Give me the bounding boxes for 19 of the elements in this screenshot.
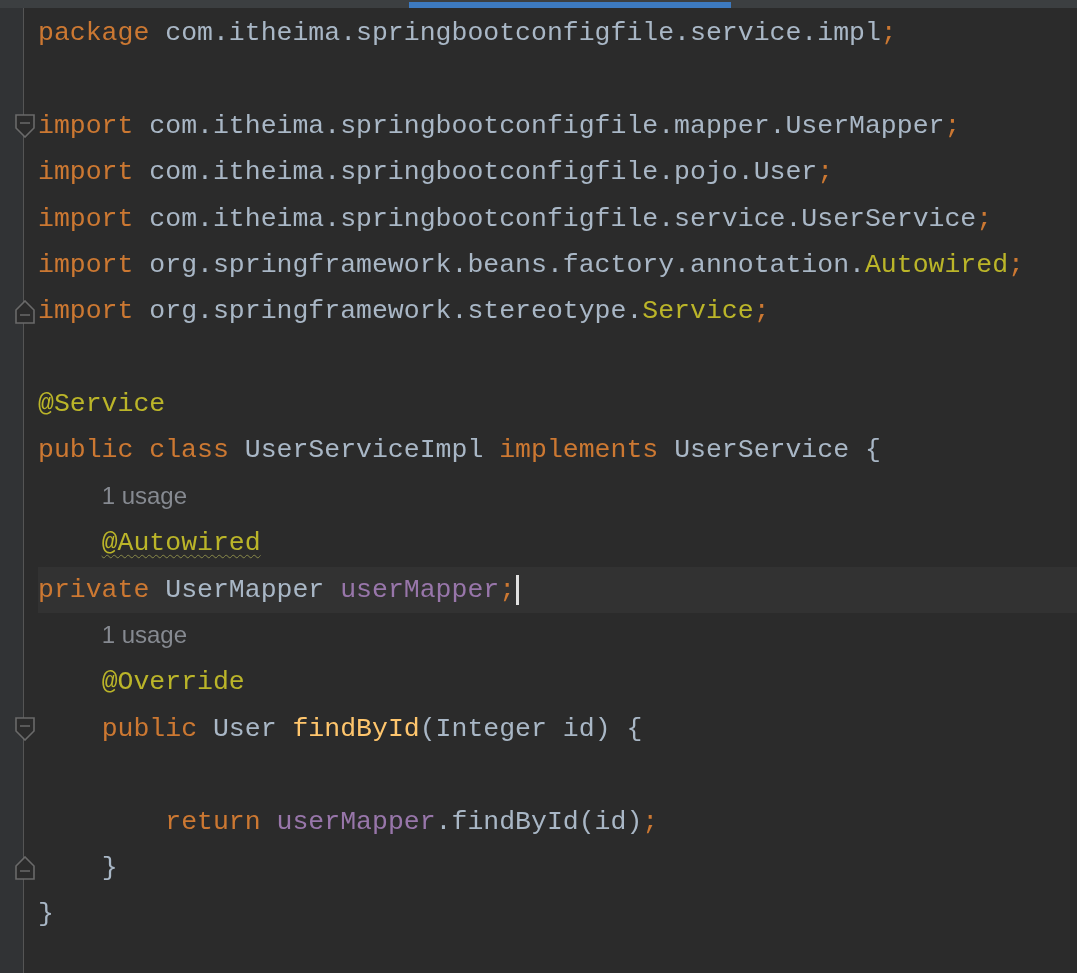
code-line: return userMapper.findById(id); — [164, 808, 659, 836]
code-line: package com.itheima.springbootconfigfile.service.impl; — [38, 19, 897, 47]
code-line: @Service — [38, 391, 166, 418]
code-line: import com.itheima.springbootconfigfile.pojo.User; — [38, 159, 834, 186]
code-line: @Autowired — [100, 530, 261, 557]
code-line: private UserMapper userMapper; — [38, 576, 516, 604]
code-line: import org.springframework.stereotype.Service; — [38, 298, 770, 325]
usage-hint: 1 usage — [100, 623, 188, 650]
code-line: @Override — [100, 669, 245, 696]
code-line: public User findById(Integer id) { — [100, 715, 643, 743]
fold-collapse-icon[interactable] — [15, 113, 35, 138]
code-line: import com.itheima.springbootconfigfile.service.UserService; — [38, 205, 993, 232]
code-line: } — [38, 901, 54, 928]
code-line: public class UserServiceImpl implements UserService { — [38, 437, 881, 464]
code-line: } — [100, 854, 118, 882]
usage-hint: 1 usage — [100, 483, 188, 511]
code-line: import org.springframework.beans.factory.annotation.Autowired; — [38, 251, 1024, 279]
code-line: import com.itheima.springbootconfigfile.mapper.UserMapper; — [38, 112, 961, 140]
fold-collapse-icon[interactable] — [15, 717, 35, 742]
